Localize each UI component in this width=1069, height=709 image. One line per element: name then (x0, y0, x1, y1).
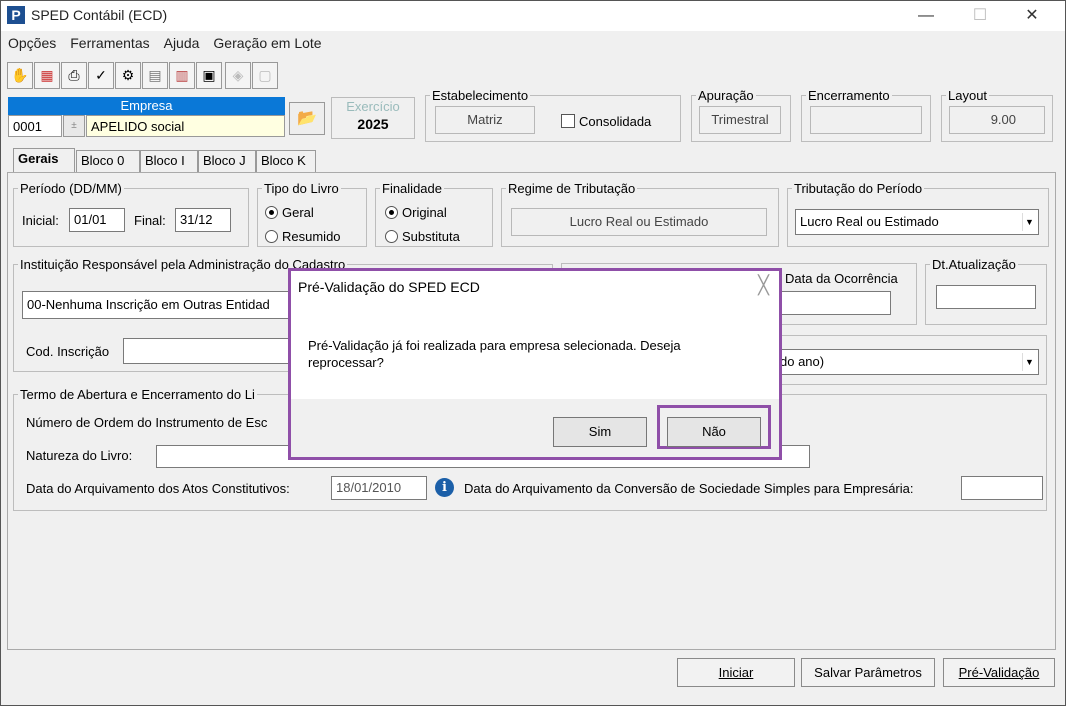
info-icon[interactable]: i (435, 478, 454, 497)
chevron-down-icon: ▼ (1022, 353, 1036, 371)
inicial-label: Inicial: (22, 213, 59, 228)
layout-value: 9.00 (949, 106, 1045, 134)
periodo-legend: Período (DD/MM) (20, 181, 122, 196)
menu-opcoes[interactable]: Opções (1, 33, 63, 53)
encerramento-legend: Encerramento (808, 88, 890, 103)
disabled-tool-icon[interactable]: ◈ (225, 62, 251, 89)
balance-icon[interactable]: ▤ (142, 62, 168, 89)
apuracao-legend: Apuração (698, 88, 754, 103)
termo-legend: Termo de Abertura e Encerramento do Li (20, 387, 255, 402)
tab-bloco-k[interactable]: Bloco K (256, 150, 316, 172)
inicial-input[interactable]: 01/01 (69, 208, 125, 232)
chevron-down-icon: ▼ (1022, 213, 1036, 231)
estabelecimento-legend: Estabelecimento (432, 88, 529, 103)
pre-validacao-dialog: Pré-Validação do SPED ECD ╳ Pré-Validaçã… (288, 268, 782, 460)
empresa-lookup-icon[interactable]: ± (63, 115, 85, 137)
iniciar-button[interactable]: Iniciar (677, 658, 795, 687)
exercicio-value: 2025 (357, 116, 389, 132)
estabelecimento-value: Matriz (435, 106, 535, 134)
regime-value: Lucro Real ou Estimado (511, 208, 767, 236)
main-window: P SPED Contábil (ECD) — ☐ ✕ Opções Ferram… (0, 0, 1066, 706)
minimize-button[interactable]: — (903, 3, 949, 29)
ocorrencia-input[interactable] (781, 291, 891, 315)
instituicao-select[interactable]: 00-Nenhuma Inscrição em Outras Entidad (22, 291, 292, 319)
conversao-input[interactable] (961, 476, 1043, 500)
periodo-extra-value: do ano) (780, 354, 825, 369)
hand-icon[interactable]: ✋ (7, 62, 33, 89)
menu-ajuda[interactable]: Ajuda (157, 33, 207, 53)
company-icon[interactable]: ▦ (34, 62, 60, 89)
final-input[interactable]: 31/12 (175, 208, 231, 232)
exercicio-label: Exercício (346, 99, 400, 114)
numero-ordem-label: Número de Ordem do Instrumento de Esc (26, 415, 268, 430)
empresa-code[interactable]: 0001 (8, 115, 62, 137)
ocorrencia-label: Data da Ocorrência (785, 271, 898, 286)
disabled-doc-icon[interactable]: ▢ (252, 62, 278, 89)
print-icon[interactable]: ⎙ (61, 62, 87, 89)
nao-button[interactable]: Não (667, 417, 761, 447)
salvar-parametros-button[interactable]: Salvar Parâmetros (801, 658, 935, 687)
dialog-title: Pré-Validação do SPED ECD (298, 279, 480, 295)
maximize-button[interactable]: ☐ (957, 3, 1003, 29)
tab-bloco-i[interactable]: Bloco I (140, 150, 198, 172)
sim-button[interactable]: Sim (553, 417, 647, 447)
dialog-message: Pré-Validação já foi realizada para empr… (308, 338, 681, 370)
menu-ferramentas[interactable]: Ferramentas (63, 33, 156, 53)
encerramento-value (810, 106, 922, 134)
conversao-label: Data do Arquivamento da Conversão de Soc… (464, 481, 914, 496)
report-icon[interactable]: ▣ (196, 62, 222, 89)
dialog-footer: Sim Não (291, 399, 779, 457)
periodo-extra-select[interactable]: do ano) ▼ (775, 349, 1039, 375)
menu-geracao-lote[interactable]: Geração em Lote (206, 33, 328, 53)
title-bar: P SPED Contábil (ECD) — ☐ ✕ (1, 1, 1065, 31)
final-label: Final: (134, 213, 166, 228)
dt-atualizacao-legend: Dt.Atualização (932, 257, 1016, 272)
tools-icon[interactable]: ⚙ (115, 62, 141, 89)
close-button[interactable]: ✕ (1009, 3, 1055, 29)
trib-periodo-value: Lucro Real ou Estimado (800, 214, 939, 229)
dt-atualizacao-input[interactable] (936, 285, 1036, 309)
trib-periodo-legend: Tributação do Período (794, 181, 923, 196)
radio-substituta[interactable]: Substituta (385, 229, 460, 244)
open-folder-icon[interactable]: 📂 (289, 102, 325, 135)
book-icon[interactable]: ▥ (169, 62, 195, 89)
radio-resumido[interactable]: Resumido (265, 229, 341, 244)
radio-geral[interactable]: Geral (265, 205, 314, 220)
menu-bar: Opções Ferramentas Ajuda Geração em Lote (1, 33, 1065, 57)
cod-inscricao-label: Cod. Inscrição (26, 344, 110, 359)
tab-bloco-j[interactable]: Bloco J (198, 150, 256, 172)
app-icon: P (7, 6, 25, 24)
empresa-header: Empresa (8, 97, 285, 115)
pre-validacao-button[interactable]: Pré-Validação (943, 658, 1055, 687)
apuracao-value: Trimestral (699, 106, 781, 134)
layout-legend: Layout (948, 88, 988, 103)
trib-periodo-select[interactable]: Lucro Real ou Estimado ▼ (795, 209, 1039, 235)
arquivamento-label: Data do Arquivamento dos Atos Constituti… (26, 481, 290, 496)
tab-bloco-0[interactable]: Bloco 0 (76, 150, 140, 172)
empresa-name[interactable]: APELIDO social (86, 115, 285, 137)
tab-gerais[interactable]: Gerais (13, 148, 75, 172)
exercicio-box: Exercício 2025 (331, 97, 415, 139)
arquivamento-input[interactable]: 18/01/2010 (331, 476, 427, 500)
finalidade-legend: Finalidade (382, 181, 442, 196)
window-title: SPED Contábil (ECD) (31, 7, 168, 23)
cod-inscricao-input[interactable] (123, 338, 293, 364)
radio-original[interactable]: Original (385, 205, 447, 220)
natureza-label: Natureza do Livro: (26, 448, 133, 463)
check-icon[interactable]: ✓ (88, 62, 114, 89)
dialog-close-icon[interactable]: ╳ (758, 275, 769, 296)
consolidada-checkbox[interactable]: Consolidada (561, 114, 651, 129)
tipo-livro-legend: Tipo do Livro (264, 181, 339, 196)
regime-legend: Regime de Tributação (508, 181, 636, 196)
